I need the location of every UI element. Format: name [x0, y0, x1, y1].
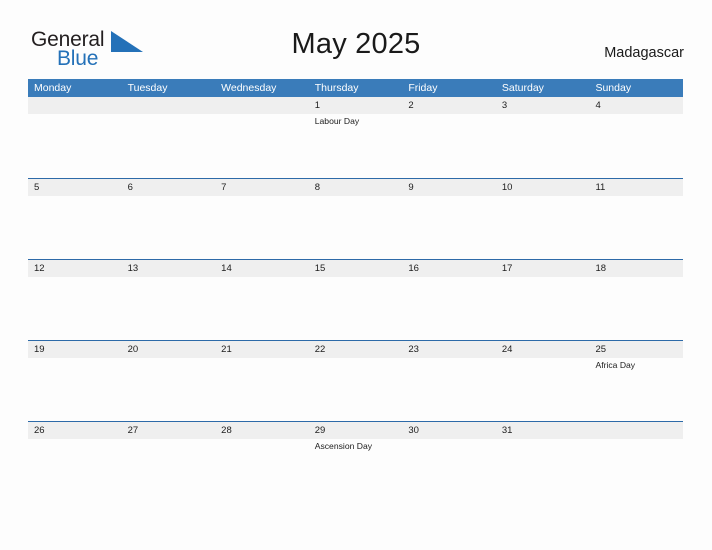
day-cell-15[interactable]: 15: [309, 260, 403, 340]
day-number: 11: [595, 182, 606, 193]
calendar-week-row: 5 6 7 8 9 10 11: [28, 178, 683, 259]
day-cell-8[interactable]: 8: [309, 179, 403, 259]
day-number: 2: [408, 100, 414, 111]
country-label: Madagascar: [604, 45, 684, 61]
day-cell-13[interactable]: 13: [122, 260, 216, 340]
weekday-header-sunday: Sunday: [595, 82, 632, 94]
day-cell-26[interactable]: 26: [28, 422, 122, 502]
day-number: [128, 97, 216, 114]
day-cell-9[interactable]: 9: [402, 179, 496, 259]
day-cell-14[interactable]: 14: [215, 260, 309, 340]
day-number: 26: [34, 425, 45, 436]
day-cell-7[interactable]: 7: [215, 179, 309, 259]
day-number: 8: [314, 182, 321, 193]
week-day-cells: 26 27 28 29 Ascension Day 30 31: [28, 422, 683, 502]
day-number: 10: [501, 182, 513, 193]
day-cell-25[interactable]: 25 Africa Day: [589, 341, 683, 421]
day-cell-empty: [28, 97, 122, 178]
day-number: 14: [221, 263, 232, 274]
day-number: 30: [408, 425, 419, 436]
calendar-week-row: 1 Labour Day 2 3 4: [28, 97, 683, 178]
day-cell-18[interactable]: 18: [589, 260, 683, 340]
day-cell-3[interactable]: 3: [496, 97, 590, 178]
calendar-grid: Monday Tuesday Wednesday Thursday Friday Satu…: [28, 79, 683, 502]
day-number: 3: [501, 100, 508, 111]
day-number: [595, 422, 683, 439]
calendar-weeks: 1 Labour Day 2 3 4 5 6 7 8 9 10 11 12 13 14 15 16 17 18 19 2…: [28, 97, 683, 502]
day-number: 28: [221, 425, 232, 436]
day-number: 16: [408, 263, 419, 274]
day-cell-6[interactable]: 6: [122, 179, 216, 259]
day-cell-12[interactable]: 12: [28, 260, 122, 340]
calendar-page: General Blue May 2025 Madagascar Monday T…: [0, 0, 712, 550]
week-day-cells: 5 6 7 8 9 10 11: [28, 179, 683, 259]
day-number: 18: [595, 263, 607, 274]
day-event-label: Africa Day: [595, 360, 636, 370]
day-event-label: Labour Day: [314, 116, 360, 126]
page-header: General Blue May 2025 Madagascar: [0, 0, 712, 79]
weekday-header-thursday: Thursday: [314, 82, 359, 94]
day-cell-1[interactable]: 1 Labour Day: [309, 97, 403, 178]
day-number: 6: [127, 182, 133, 193]
day-number: [34, 97, 122, 114]
day-number: 23: [408, 344, 419, 355]
weekday-header-friday: Friday: [408, 82, 438, 94]
day-cell-2[interactable]: 2: [402, 97, 496, 178]
weekday-header-saturday: Saturday: [501, 82, 544, 94]
day-cell-10[interactable]: 10: [496, 179, 590, 259]
calendar-week-row: 19 20 21 22 23 24 25 Africa Day: [28, 340, 683, 421]
day-cell-17[interactable]: 17: [496, 260, 590, 340]
day-number: 21: [221, 344, 232, 355]
day-cell-4[interactable]: 4: [589, 97, 683, 178]
day-number: 9: [408, 182, 414, 193]
day-cell-empty: [589, 422, 683, 502]
day-number: 20: [127, 344, 139, 355]
day-cell-11[interactable]: 11: [589, 179, 683, 259]
day-number: 1: [314, 100, 321, 111]
day-cell-24[interactable]: 24: [496, 341, 590, 421]
day-number: 12: [34, 263, 45, 274]
day-number: 31: [501, 425, 513, 436]
day-cell-28[interactable]: 28: [215, 422, 309, 502]
day-cell-21[interactable]: 21: [215, 341, 309, 421]
day-event-label: Ascension Day: [314, 441, 373, 451]
day-cell-5[interactable]: 5: [28, 179, 122, 259]
day-cell-27[interactable]: 27: [122, 422, 216, 502]
day-number: 22: [314, 344, 326, 355]
calendar-week-row: 12 13 14 15 16 17 18: [28, 259, 683, 340]
day-number: 24: [501, 344, 513, 355]
day-number: [221, 97, 309, 114]
day-number: 5: [34, 182, 40, 193]
day-number: 17: [501, 263, 513, 274]
weekday-header-row: Monday Tuesday Wednesday Thursday Friday Satu…: [28, 79, 683, 97]
day-cell-19[interactable]: 19: [28, 341, 122, 421]
day-cell-23[interactable]: 23: [402, 341, 496, 421]
day-number: 29: [314, 425, 326, 436]
calendar-week-row: 26 27 28 29 Ascension Day 30 31: [28, 421, 683, 502]
week-day-cells: 1 Labour Day 2 3 4: [28, 97, 683, 178]
day-number: 15: [314, 263, 326, 274]
day-number: 19: [34, 344, 45, 355]
day-cell-30[interactable]: 30: [402, 422, 496, 502]
weekday-header-tuesday: Tuesday: [127, 82, 168, 94]
weekday-header-wednesday: Wednesday: [221, 82, 277, 94]
day-cell-20[interactable]: 20: [122, 341, 216, 421]
day-cell-31[interactable]: 31: [496, 422, 590, 502]
day-cell-empty: [215, 97, 309, 178]
day-number: 7: [221, 182, 227, 193]
day-number: 25: [595, 344, 607, 355]
day-cell-empty: [122, 97, 216, 178]
day-number: 27: [127, 425, 139, 436]
week-day-cells: 19 20 21 22 23 24 25 Africa Day: [28, 341, 683, 421]
day-cell-29[interactable]: 29 Ascension Day: [309, 422, 403, 502]
week-day-cells: 12 13 14 15 16 17 18: [28, 260, 683, 340]
weekday-header-monday: Monday: [34, 82, 72, 94]
day-cell-16[interactable]: 16: [402, 260, 496, 340]
day-number: 4: [595, 100, 601, 111]
day-number: 13: [127, 263, 139, 274]
day-cell-22[interactable]: 22: [309, 341, 403, 421]
